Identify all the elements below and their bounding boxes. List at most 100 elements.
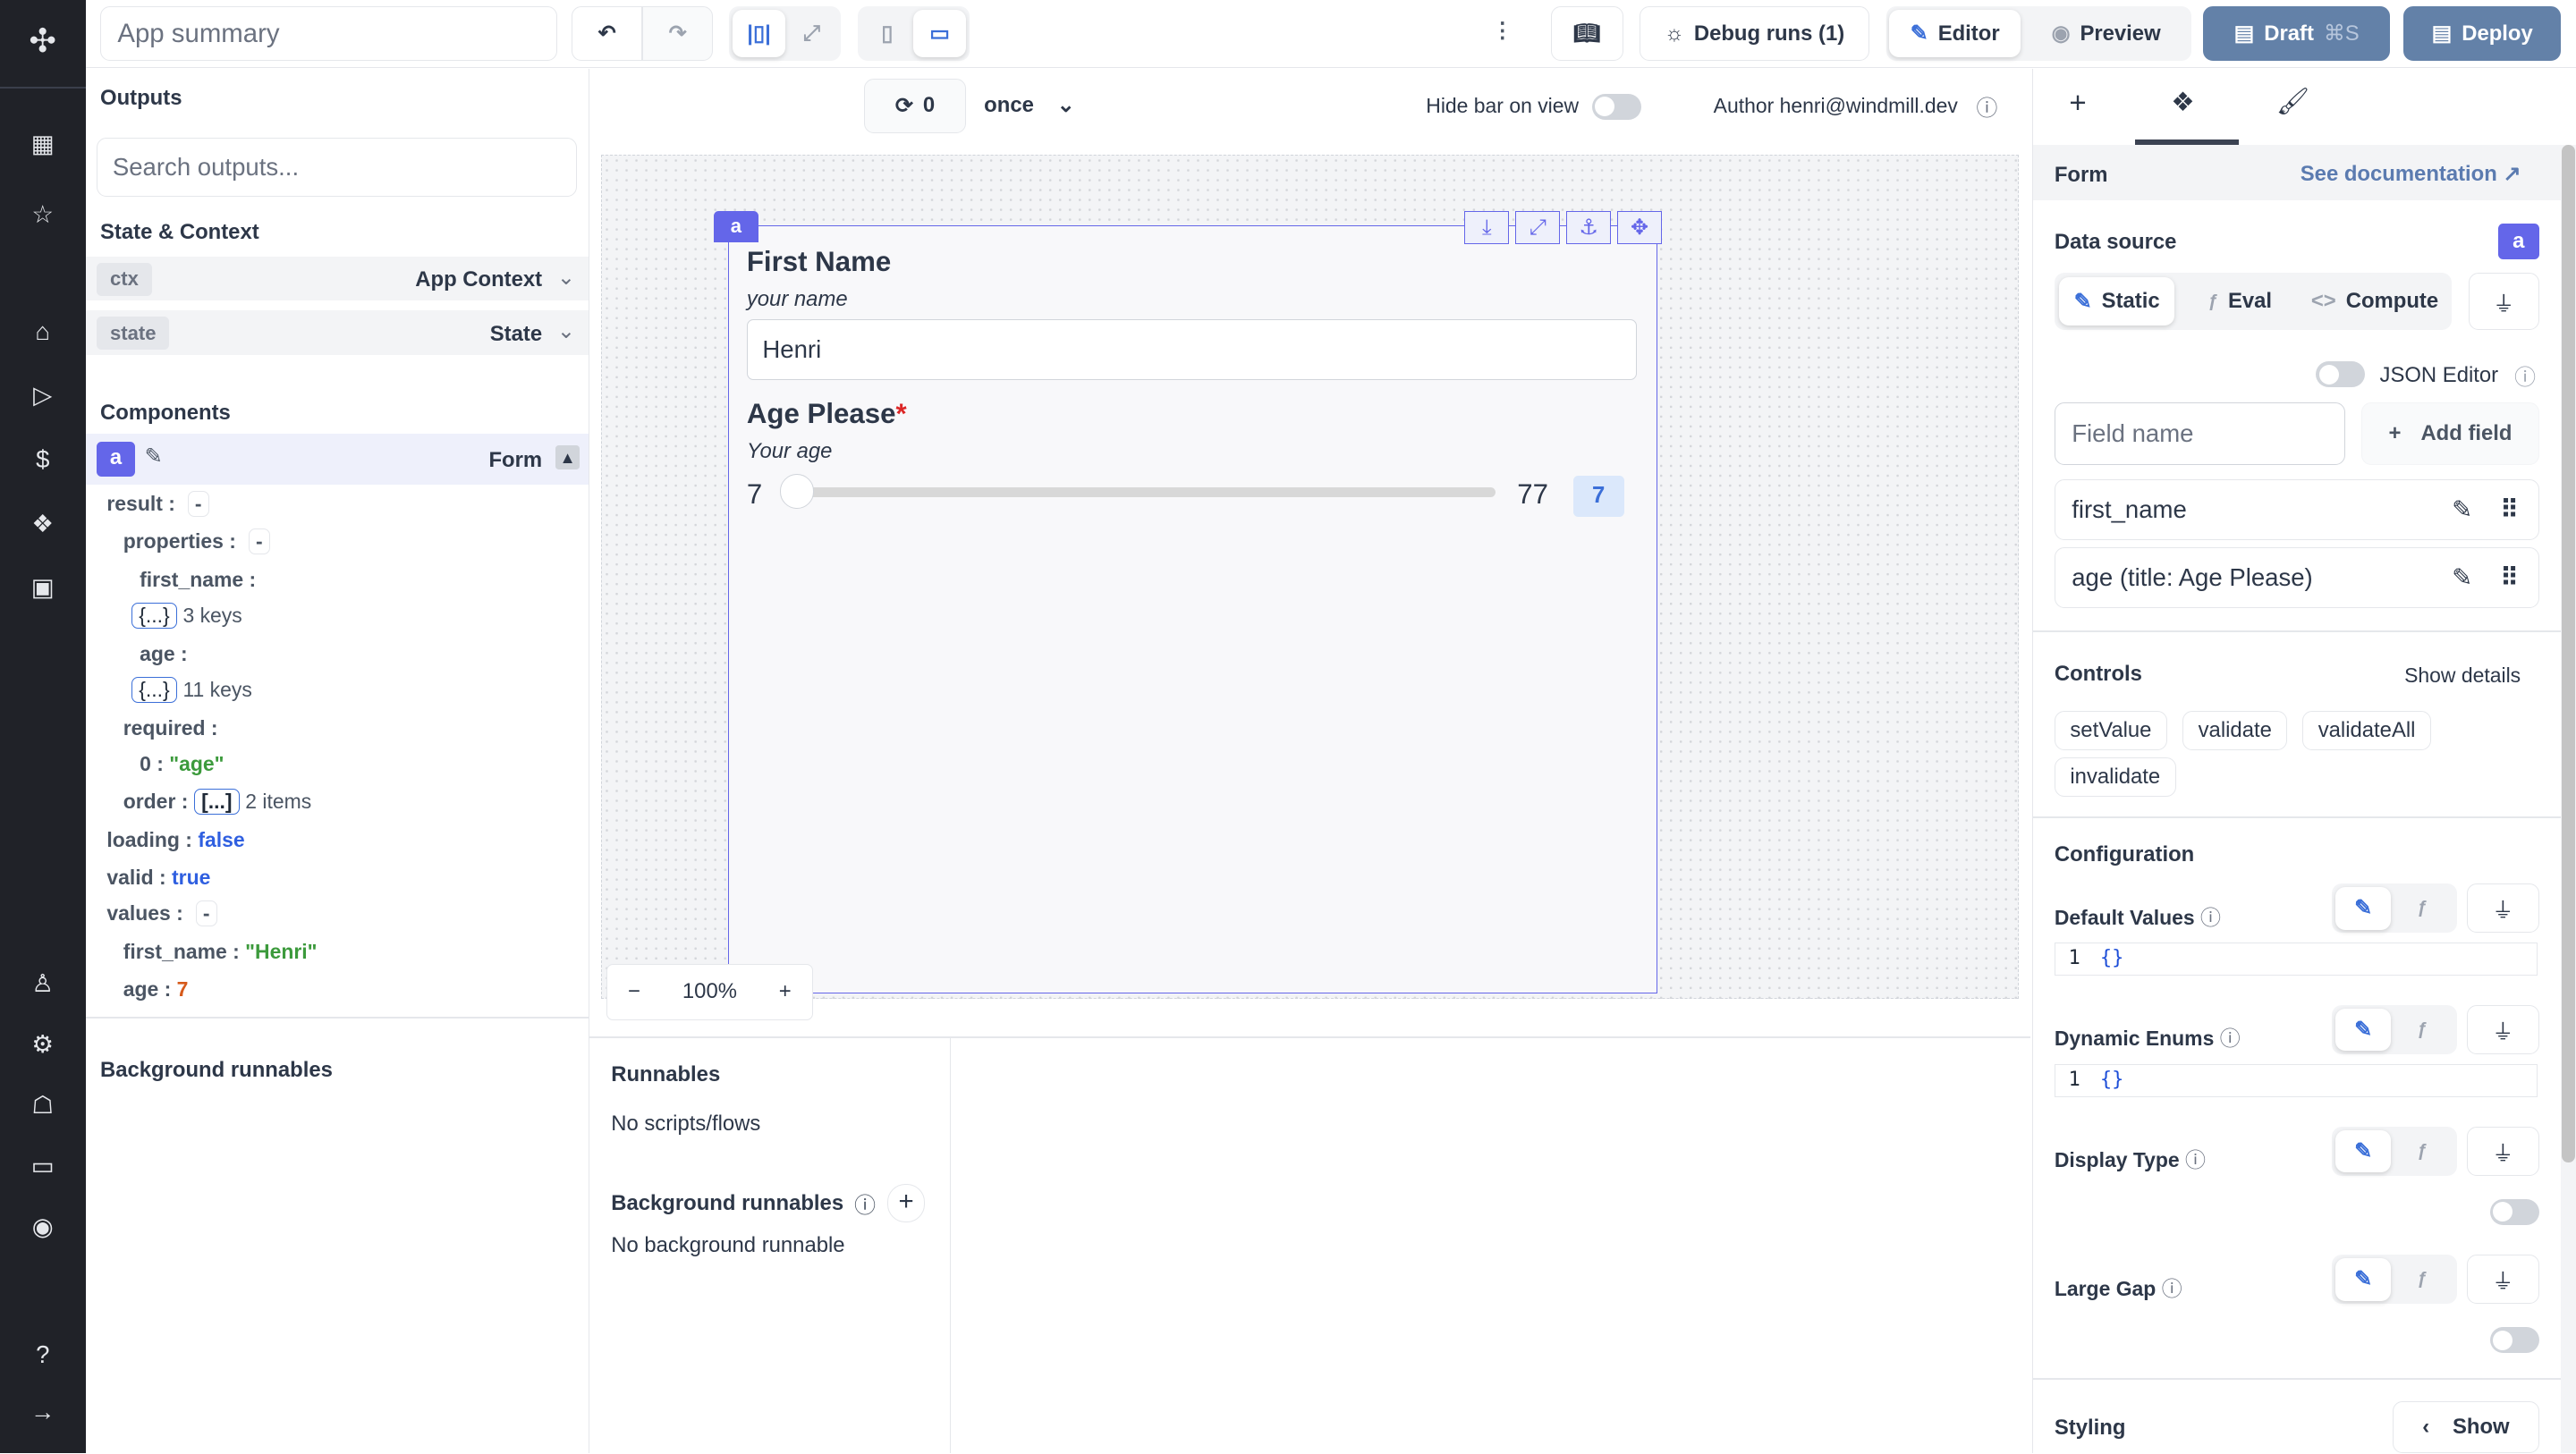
insert-tab-plus-icon[interactable]: + (2069, 87, 2086, 121)
see-documentation-link[interactable]: See documentation ↗ (2301, 161, 2521, 187)
pencil-icon[interactable]: ✎ (145, 444, 163, 469)
show-details-button[interactable]: Show details (2404, 664, 2521, 688)
desktop-icon[interactable]: ▭ (913, 10, 966, 58)
undo-button[interactable]: ↶ (572, 6, 643, 61)
default-values-editor[interactable]: 1{} (2054, 943, 2538, 976)
json-editor-toggle[interactable] (2315, 361, 2365, 388)
collapse-button[interactable]: - (248, 528, 270, 555)
static-pencil-icon[interactable]: ✎ (2334, 1257, 2392, 1301)
drag-handle-icon[interactable]: ⠿ (2500, 563, 2518, 592)
app-title-input[interactable]: App summary (100, 6, 557, 61)
styling-tab-brush-icon[interactable]: 🖌︎ (2276, 87, 2309, 117)
state-row[interactable]: state State ⌄ (85, 310, 589, 355)
draft-button[interactable]: ▤ Draft ⌘S (2203, 6, 2391, 61)
ctx-row[interactable]: ctx App Context ⌄ (85, 256, 589, 301)
fill-height-icon[interactable]: ⤓ (1464, 211, 1510, 244)
resources-icon[interactable]: ❖ (26, 508, 59, 541)
deploy-button[interactable]: ▤ Deploy (2403, 6, 2562, 61)
field-item[interactable]: first_name ✎ ⠿ (2054, 479, 2539, 541)
dollar-icon[interactable]: $ (26, 444, 59, 477)
collapse-button[interactable]: - (187, 491, 209, 518)
docs-button[interactable]: 📖︎ (1550, 6, 1623, 61)
search-outputs-input[interactable]: Search outputs... (97, 138, 577, 198)
more-menu-icon[interactable]: ⋮ (1492, 18, 1513, 44)
connect-button[interactable]: ⏚ (2466, 1126, 2539, 1177)
settings-icon[interactable]: ⚙ (26, 1028, 59, 1061)
age-slider-thumb[interactable] (779, 473, 815, 509)
editor-tab[interactable]: ✎ Editor (1889, 10, 2021, 58)
compute-tab[interactable]: <> Compute (2301, 277, 2448, 325)
play-icon[interactable]: ▷ (26, 379, 59, 412)
form-component[interactable]: a ⤓ ⤢ ⚓︎ ✥ First Name your name Henri Ag… (714, 211, 1662, 994)
redo-button[interactable]: ↷ (642, 6, 714, 61)
static-label: Static (2101, 289, 2160, 314)
calendar-icon[interactable]: ▣ (26, 571, 59, 604)
move-icon[interactable]: ✥ (1617, 211, 1662, 244)
windmill-logo-icon[interactable]: ✣ (26, 24, 59, 58)
field-name-input[interactable]: Field name (2054, 402, 2345, 465)
first-name-input[interactable]: Henri (746, 319, 1638, 381)
eval-function-icon[interactable]: ƒ (2394, 887, 2450, 930)
age-description: Your age (746, 439, 833, 464)
apps-icon[interactable]: ▦ (26, 128, 59, 161)
bot-icon[interactable]: ☖ (26, 1089, 59, 1122)
component-type: Form (488, 448, 543, 473)
folder-icon[interactable]: ▭ (26, 1150, 59, 1183)
divider (949, 1037, 952, 1454)
add-field-button[interactable]: + Add field (2361, 402, 2539, 465)
mobile-icon[interactable]: ▯ (860, 10, 913, 57)
book-icon: 📖︎ (1573, 21, 1601, 46)
pencil-icon[interactable]: ✎ (2452, 495, 2472, 524)
connect-button[interactable]: ⏚ (2468, 272, 2539, 331)
help-icon[interactable]: ? (26, 1339, 59, 1372)
star-icon[interactable]: ☆ (26, 199, 59, 232)
static-tab[interactable]: ✎ Static (2059, 277, 2174, 325)
age-slider-track[interactable] (779, 473, 1496, 509)
zoom-in-button[interactable]: + (779, 979, 792, 1004)
expand-array-button[interactable]: [...] (193, 788, 240, 815)
connect-button[interactable]: ⏚ (2466, 1005, 2539, 1055)
static-pencil-icon[interactable]: ✎ (2334, 886, 2392, 930)
expand-arrow-icon[interactable]: → (26, 1396, 59, 1429)
anchor-icon[interactable]: ⚓︎ (1566, 211, 1611, 244)
drag-handle-icon[interactable]: ⠿ (2500, 495, 2518, 524)
fixed-width-icon[interactable]: |▯| (733, 10, 785, 58)
chevron-up-icon[interactable]: ▲ (555, 444, 580, 470)
connect-button[interactable]: ⏚ (2466, 1255, 2539, 1305)
dynamic-enums-editor[interactable]: 1{} (2054, 1064, 2538, 1097)
component-id-badge[interactable]: a (714, 211, 758, 242)
full-width-icon[interactable]: ⤢ (785, 10, 838, 57)
static-pencil-icon[interactable]: ✎ (2334, 1008, 2392, 1052)
hide-bar-toggle[interactable] (1591, 93, 1641, 121)
display-type-toggle[interactable] (2489, 1198, 2539, 1226)
field-item[interactable]: age (title: Age Please) ✎ ⠿ (2054, 546, 2539, 608)
preview-tab[interactable]: ◉ Preview (2027, 10, 2184, 57)
static-pencil-icon[interactable]: ✎ (2334, 1129, 2392, 1173)
refresh-mode-select[interactable]: once ⌄ (984, 92, 1074, 118)
refresh-button[interactable]: ⟳ 0 (864, 79, 966, 133)
debug-runs-button[interactable]: ☼ Debug runs (1) (1640, 6, 1870, 61)
connect-button[interactable]: ⏚ (2466, 883, 2539, 934)
eval-function-icon[interactable]: ƒ (2394, 1258, 2450, 1301)
expand-object-button[interactable]: {...} (131, 676, 178, 703)
settings-tab-icon[interactable]: ❖ (2171, 87, 2194, 118)
scrollbar[interactable] (2560, 144, 2576, 1454)
zoom-out-button[interactable]: − (628, 979, 640, 1004)
styling-title: Styling (2054, 1416, 2126, 1441)
home-icon[interactable]: ⌂ (26, 316, 59, 349)
expand-object-button[interactable]: {...} (131, 603, 178, 630)
collapse-button[interactable]: - (195, 900, 217, 926)
component-row-form[interactable]: a ✎ Form ▲ (85, 433, 589, 485)
add-background-runnable-button[interactable]: + (886, 1184, 926, 1222)
eval-tab[interactable]: ƒ Eval (2190, 277, 2289, 325)
eye-icon[interactable]: ◉ (26, 1211, 59, 1244)
eval-function-icon[interactable]: ƒ (2394, 1130, 2450, 1173)
zoom-level: 100% (682, 979, 737, 1004)
expand-icon[interactable]: ⤢ (1515, 211, 1560, 244)
eval-function-icon[interactable]: ƒ (2394, 1009, 2450, 1052)
styling-show-button[interactable]: ‹ Show (2393, 1400, 2539, 1454)
pencil-icon[interactable]: ✎ (2452, 563, 2472, 592)
info-icon: ⓘ (854, 1193, 876, 1218)
user-icon[interactable]: ♙ (26, 968, 59, 1001)
large-gap-toggle[interactable] (2489, 1327, 2539, 1354)
